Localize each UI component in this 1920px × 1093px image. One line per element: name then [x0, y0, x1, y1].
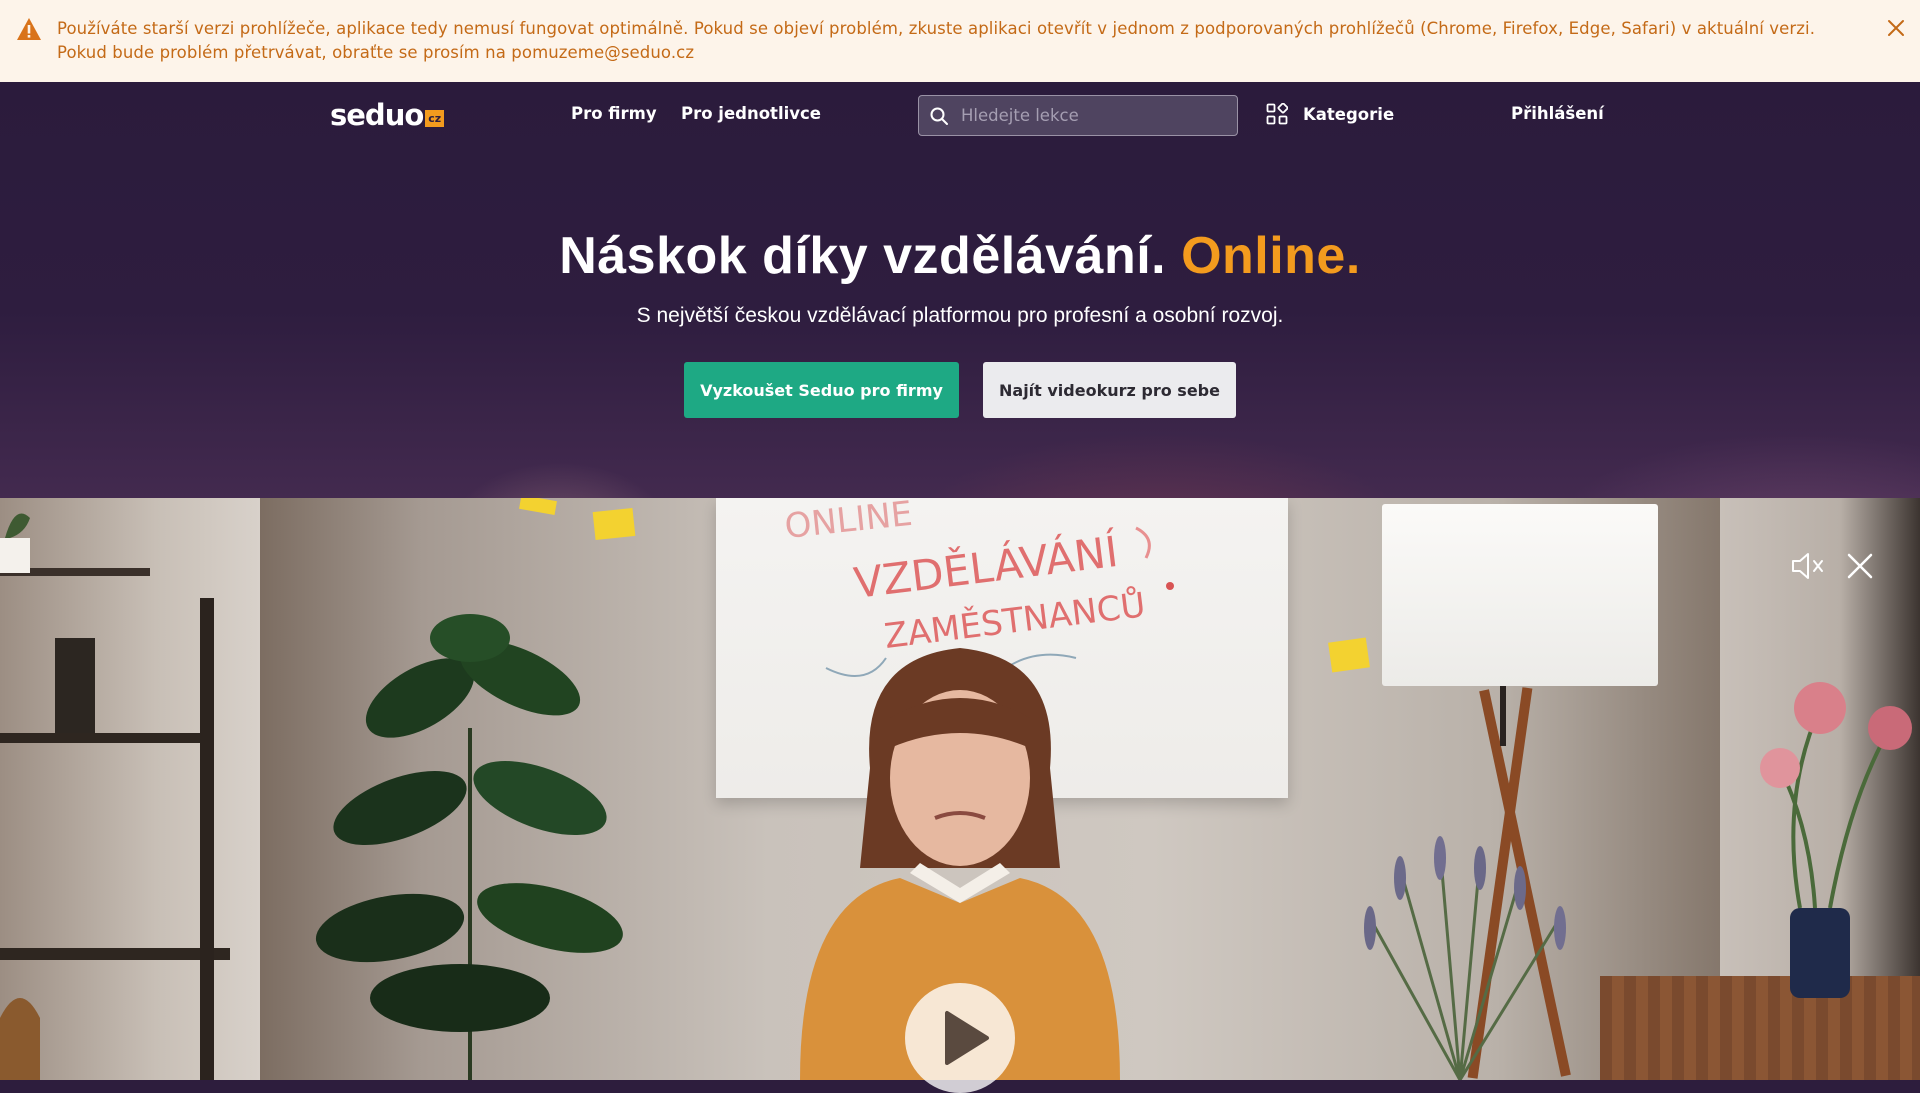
sticky-note [519, 498, 557, 516]
sticky-note [592, 507, 636, 541]
categories-grid-icon [1266, 103, 1288, 125]
nav-pro-firmy[interactable]: Pro firmy [571, 104, 657, 123]
seduo-logo[interactable]: seduo cz [330, 98, 445, 132]
kategorie-button[interactable]: Kategorie [1266, 103, 1394, 125]
logo-badge: cz [425, 110, 445, 127]
mute-icon[interactable] [1790, 550, 1826, 582]
browser-warning-banner: Používáte starší verzi prohlížeče, aplik… [0, 0, 1920, 82]
search-box[interactable] [918, 95, 1238, 136]
close-icon[interactable] [1886, 18, 1906, 38]
sticky-note [1328, 637, 1370, 673]
close-icon[interactable] [1846, 552, 1874, 580]
play-button[interactable] [905, 983, 1015, 1093]
search-input[interactable] [959, 96, 1229, 135]
floor-lamp-shade [1382, 504, 1658, 686]
plant-left [315, 614, 623, 1080]
play-icon [945, 1011, 989, 1065]
hero-subtitle: S největší českou vzdělávací platformou … [636, 304, 1284, 327]
kategorie-label: Kategorie [1303, 104, 1395, 124]
try-seduo-for-companies-button[interactable]: Vyzkoušet Seduo pro firmy [684, 362, 959, 418]
top-navigation: seduo cz Pro firmy Pro jednotlivce Kateg… [0, 82, 1920, 148]
banner-message: Používáte starší verzi prohlížeče, aplik… [57, 19, 1816, 62]
logo-text: seduo [330, 98, 424, 132]
hero-title-accent: Online. [1181, 227, 1361, 285]
whiteboard-text-online: ONLINE [783, 498, 915, 547]
warning-icon [17, 18, 41, 40]
nav-pro-jednotlivce[interactable]: Pro jednotlivce [681, 104, 821, 123]
plant-lavender [1364, 836, 1566, 1080]
video-shelf [0, 513, 230, 1080]
flower-vase [1760, 682, 1912, 998]
hero-section: seduo cz Pro firmy Pro jednotlivce Kateg… [0, 82, 1920, 498]
login-link[interactable]: Přihlášení [1511, 104, 1604, 123]
find-videocourse-button[interactable]: Najít videokurz pro sebe [983, 362, 1236, 418]
hero-title: Náskok díky vzdělávání. Online. [0, 224, 1920, 288]
hero-title-main: Náskok díky vzdělávání. [559, 227, 1167, 285]
lamp-leg [1500, 686, 1506, 746]
search-icon [930, 107, 948, 125]
